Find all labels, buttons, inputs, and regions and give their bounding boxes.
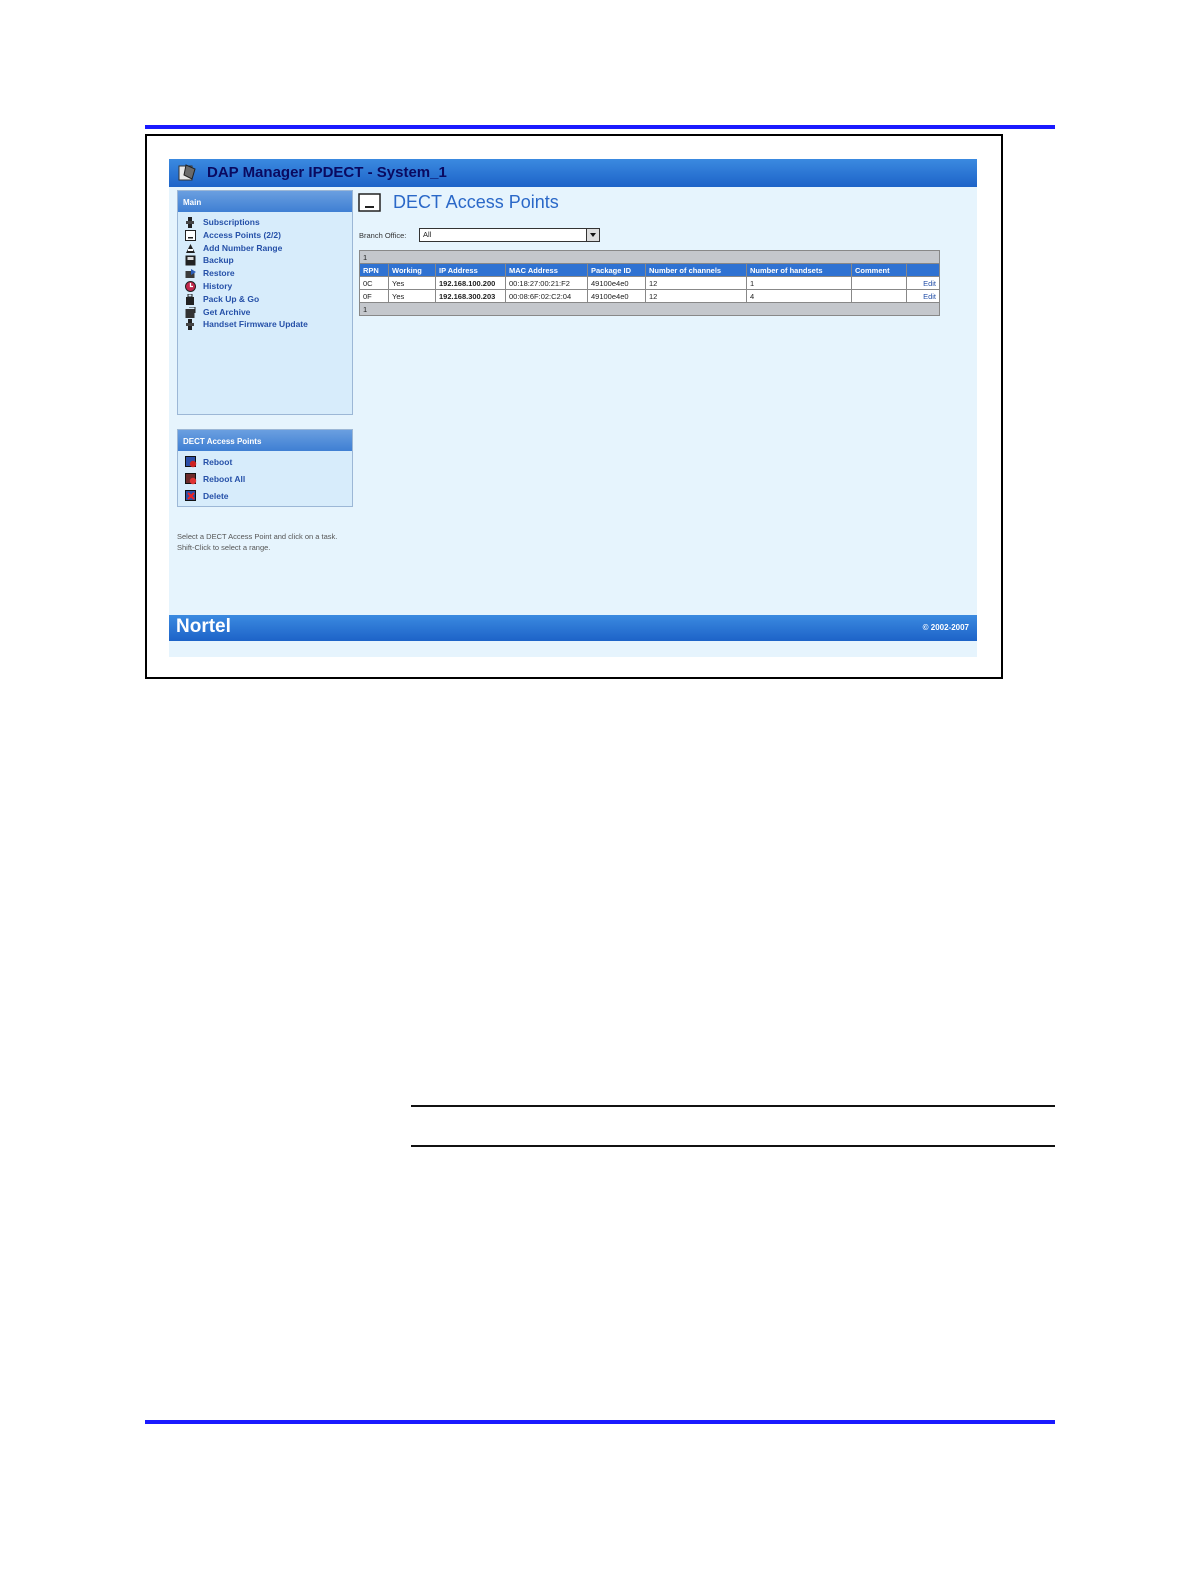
- firmware-icon: [186, 319, 194, 331]
- main-menu-header: Main: [178, 191, 352, 212]
- column-header[interactable]: Number of handsets: [746, 263, 852, 277]
- cell-comment: [851, 276, 907, 290]
- cell-working: Yes: [388, 276, 436, 290]
- column-header[interactable]: Package ID: [587, 263, 646, 277]
- reboot-icon: [185, 456, 197, 468]
- page-top-rule: [145, 125, 1055, 129]
- table-row[interactable]: 0F Yes 192.168.300.203 00:08:6F:02:C2:04…: [359, 289, 940, 303]
- main-menu-panel: Main Subscriptions Access Points (2/2) A…: [177, 190, 353, 415]
- menu-item-backup[interactable]: Backup: [178, 254, 352, 267]
- column-header[interactable]: Working: [388, 263, 436, 277]
- title-bar: DAP Manager IPDECT - System_1: [169, 159, 977, 187]
- pager-row-top: 1: [359, 250, 940, 264]
- menu-item-get-archive[interactable]: Get Archive: [178, 306, 352, 319]
- edit-link[interactable]: Edit: [906, 289, 940, 303]
- cell-handsets: 4: [746, 289, 852, 303]
- access-point-icon: [358, 193, 381, 212]
- cell-rpn: 0F: [359, 289, 389, 303]
- archive-icon: [185, 306, 196, 318]
- cell-mac-address: 00:08:6F:02:C2:04: [505, 289, 588, 303]
- cell-package-id: 49100e4e0: [587, 289, 646, 303]
- cell-channels: 12: [645, 276, 747, 290]
- subscriptions-icon: [186, 217, 194, 228]
- reboot-all-icon: [185, 473, 197, 485]
- menu-item-history[interactable]: History: [178, 280, 352, 293]
- cell-handsets: 1: [746, 276, 852, 290]
- task-label: Reboot All: [203, 474, 246, 484]
- history-icon: [185, 280, 196, 292]
- page-link[interactable]: 1: [359, 250, 940, 264]
- menu-item-label: Pack Up & Go: [203, 293, 260, 304]
- table-row[interactable]: 0C Yes 192.168.100.200 00:18:27:00:21:F2…: [359, 276, 940, 290]
- backup-icon: [185, 255, 196, 266]
- cell-working: Yes: [388, 289, 436, 303]
- note-bottom-rule: [411, 1145, 1055, 1147]
- cell-mac-address: 00:18:27:00:21:F2: [505, 276, 588, 290]
- cell-package-id: 49100e4e0: [587, 276, 646, 290]
- task-panel-header: DECT Access Points: [178, 430, 352, 451]
- restore-icon: [185, 269, 196, 279]
- delete-task[interactable]: Delete: [178, 488, 352, 505]
- task-label: Reboot: [203, 457, 233, 467]
- task-panel: DECT Access Points Reboot Reboot All Del…: [177, 429, 353, 507]
- branch-office-label: Branch Office:: [359, 231, 407, 240]
- task-label: Delete: [203, 491, 229, 501]
- page-link[interactable]: 1: [359, 302, 940, 316]
- reboot-task[interactable]: Reboot: [178, 454, 352, 471]
- column-header[interactable]: Comment: [851, 263, 907, 277]
- cell-ip-address: 192.168.100.200: [435, 276, 506, 290]
- column-header[interactable]: IP Address: [435, 263, 506, 277]
- reboot-all-task[interactable]: Reboot All: [178, 471, 352, 488]
- footer-bar: Nortel © 2002-2007: [169, 615, 977, 641]
- cell-channels: 12: [645, 289, 747, 303]
- branch-office-value: All: [423, 230, 432, 239]
- menu-item-label: Restore: [203, 268, 235, 279]
- cell-ip-address: 192.168.300.203: [435, 289, 506, 303]
- access-points-table: 1 RPN Working IP Address MAC Address Pac…: [359, 250, 940, 316]
- column-header[interactable]: Number of channels: [645, 263, 747, 277]
- copyright: © 2002-2007: [922, 623, 969, 632]
- add-number-range-icon: [186, 243, 195, 253]
- note-top-rule: [411, 1105, 1055, 1107]
- selection-hint: Select a DECT Access Point and click on …: [177, 532, 338, 552]
- page-bottom-rule: [145, 1420, 1055, 1424]
- chevron-down-icon[interactable]: [586, 229, 599, 241]
- branch-office-select[interactable]: All: [419, 228, 600, 242]
- pager-row-bottom: 1: [359, 302, 940, 316]
- column-header[interactable]: MAC Address: [505, 263, 588, 277]
- table-header-row: RPN Working IP Address MAC Address Packa…: [359, 263, 940, 277]
- menu-item-label: Subscriptions: [203, 217, 260, 227]
- menu-item-label: History: [203, 280, 233, 291]
- menu-item-label: Backup: [203, 255, 234, 266]
- menu-item-pack-up-go[interactable]: Pack Up & Go: [178, 293, 352, 306]
- column-header: [906, 263, 940, 277]
- pack-up-icon: [186, 293, 194, 305]
- menu-item-add-number-range[interactable]: Add Number Range: [178, 242, 352, 255]
- edit-link[interactable]: Edit: [906, 276, 940, 290]
- menu-item-restore[interactable]: Restore: [178, 267, 352, 280]
- access-point-icon: [185, 229, 196, 241]
- app-window: DAP Manager IPDECT - System_1 Main Subsc…: [169, 159, 977, 657]
- column-header[interactable]: RPN: [359, 263, 389, 277]
- app-icon: [178, 164, 196, 181]
- cell-rpn: 0C: [359, 276, 389, 290]
- menu-item-label: Handset Firmware Update: [203, 319, 308, 330]
- window-title: DAP Manager IPDECT - System_1: [207, 164, 447, 181]
- menu-item-subscriptions[interactable]: Subscriptions: [178, 216, 352, 229]
- menu-item-handset-firmware-update[interactable]: Handset Firmware Update: [178, 318, 352, 331]
- menu-item-label: Access Points (2/2): [203, 229, 281, 240]
- page-title: DECT Access Points: [393, 192, 559, 212]
- menu-item-access-points[interactable]: Access Points (2/2): [178, 229, 352, 242]
- nortel-logo: Nortel: [176, 616, 231, 637]
- cell-comment: [851, 289, 907, 303]
- delete-icon: [185, 490, 196, 501]
- menu-item-label: Add Number Range: [203, 242, 283, 253]
- menu-item-label: Get Archive: [203, 306, 251, 317]
